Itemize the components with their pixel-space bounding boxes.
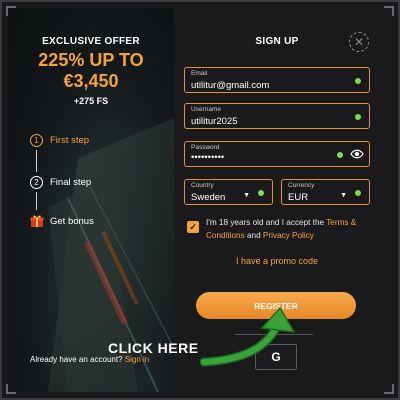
password-field[interactable]: Password •••••••••• (184, 141, 370, 167)
step-connector (36, 150, 37, 172)
step-number-badge: 2 (30, 176, 43, 189)
currency-select-value: EUR (288, 192, 309, 203)
terms-text: I'm 18 years old and I accept the Terms … (206, 217, 366, 242)
step-connector (36, 192, 37, 210)
close-icon: ✕ (353, 35, 365, 49)
step-number-badge: 1 (30, 134, 43, 147)
frame-corner-decoration (384, 384, 394, 394)
email-field[interactable]: Email utilitur@gmail.com (184, 67, 370, 93)
valid-indicator-icon (258, 190, 264, 196)
close-button[interactable]: ✕ (349, 32, 369, 52)
form-title: SIGN UP (255, 36, 299, 47)
already-have-account: Already have an account? Sign in (30, 355, 149, 364)
click-here-annotation: CLICK HERE (108, 340, 199, 356)
offer-headline-line1: 225% UP TO (38, 50, 144, 70)
email-field-value: utilitur@gmail.com (191, 80, 270, 91)
password-field-value: •••••••••• (191, 152, 225, 163)
promo-code-link[interactable]: I have a promo code (184, 256, 370, 266)
step-first: 1 First step (30, 134, 89, 147)
eye-icon[interactable] (350, 148, 364, 160)
offer-headline-line2: €3,450 (63, 71, 119, 91)
step-label: Final step (50, 177, 92, 188)
step-final: 2 Final step (30, 176, 91, 189)
country-select-label: Country (191, 182, 214, 189)
step-get-bonus: Get bonus (30, 214, 94, 228)
terms-text-prefix: I'm 18 years old and I accept the (206, 218, 327, 227)
chevron-down-icon: ▼ (243, 192, 250, 199)
username-field-value: utilitur2025 (191, 116, 238, 127)
valid-indicator-icon (355, 78, 361, 84)
terms-checkbox[interactable]: ✓ (187, 221, 199, 233)
sign-in-link[interactable]: Sign in (125, 355, 149, 364)
checkmark-icon: ✓ (189, 221, 197, 232)
valid-indicator-icon (355, 190, 361, 196)
password-field-label: Password (191, 144, 220, 151)
chevron-down-icon: ▼ (340, 192, 347, 199)
offer-label: EXCLUSIVE OFFER (42, 36, 140, 47)
curved-arrow-icon (200, 306, 296, 367)
country-select[interactable]: Country Sweden ▼ (184, 179, 273, 205)
valid-indicator-icon (337, 152, 343, 158)
username-field[interactable]: Username utilitur2025 (184, 103, 370, 129)
step-label: Get bonus (50, 215, 94, 227)
gift-icon (30, 215, 44, 227)
promo-panel: EXCLUSIVE OFFER 225% UP TO €3,450 +275 F… (8, 8, 174, 392)
privacy-policy-link[interactable]: Privacy Policy (263, 231, 314, 240)
frame-corner-decoration (384, 6, 394, 16)
email-field-label: Email (191, 70, 208, 77)
country-select-value: Sweden (191, 192, 226, 203)
offer-free-spins: +275 FS (73, 96, 109, 106)
currency-select-label: Currency (288, 182, 315, 189)
offer-headline: 225% UP TO €3,450 (8, 50, 174, 92)
terms-and: and (244, 230, 263, 240)
valid-indicator-icon (355, 114, 361, 120)
step-label: First step (50, 135, 90, 146)
already-have-account-text: Already have an account? (30, 355, 123, 364)
username-field-label: Username (191, 106, 221, 113)
currency-select[interactable]: Currency EUR ▼ (281, 179, 370, 205)
